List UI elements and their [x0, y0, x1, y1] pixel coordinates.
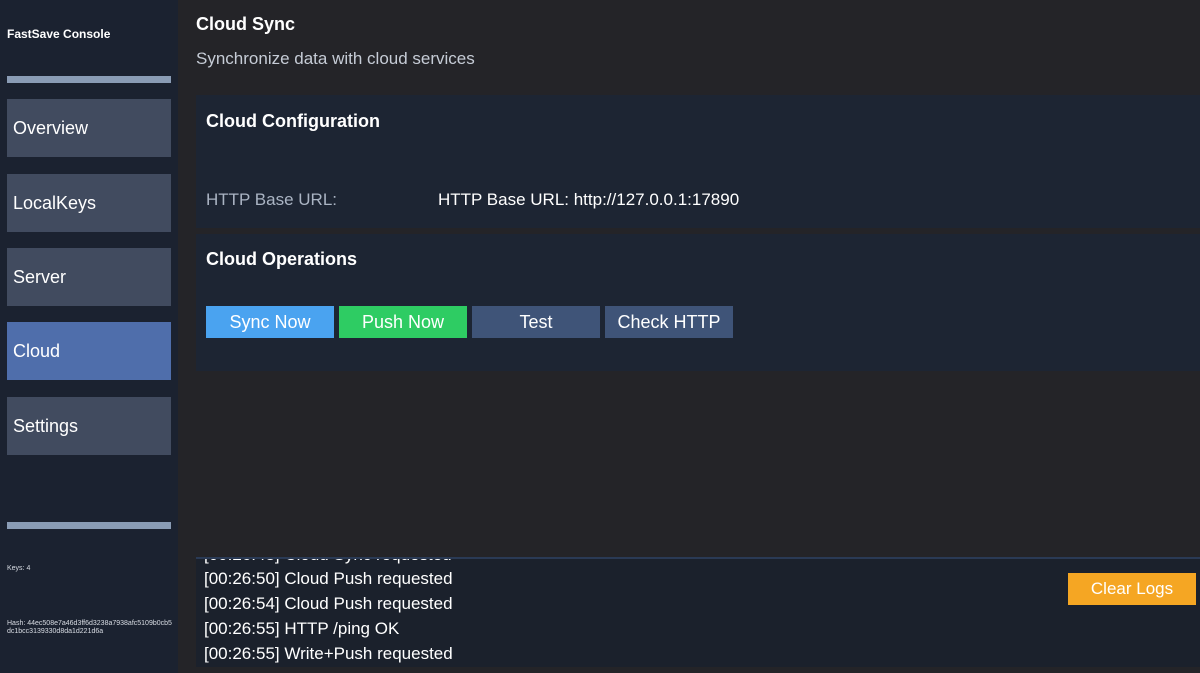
- sidebar-item-localkeys[interactable]: LocalKeys: [7, 174, 171, 232]
- sync-now-button[interactable]: Sync Now: [206, 306, 334, 338]
- log-line: [00:26:48] Cloud Sync requested: [204, 559, 452, 565]
- log-output[interactable]: [00:26:48] Cloud Sync requested [00:26:5…: [196, 557, 1200, 667]
- sidebar-item-cloud[interactable]: Cloud: [7, 322, 171, 380]
- sidebar-divider-top: [7, 76, 171, 83]
- clear-logs-button[interactable]: Clear Logs: [1068, 573, 1196, 605]
- log-line: [00:26:54] Cloud Push requested: [204, 594, 453, 613]
- cloud-operations-panel: Cloud Operations Sync Now Push Now Test …: [196, 234, 1200, 371]
- app-window: FastSave Console Overview LocalKeys Serv…: [0, 0, 1200, 673]
- log-line: [00:26:55] HTTP /ping OK: [204, 619, 400, 638]
- sidebar: FastSave Console Overview LocalKeys Serv…: [0, 0, 178, 673]
- sidebar-item-settings[interactable]: Settings: [7, 397, 171, 455]
- page-title: Cloud Sync: [196, 14, 296, 34]
- sidebar-item-server[interactable]: Server: [7, 248, 171, 306]
- http-base-url-label: HTTP Base URL:: [206, 190, 338, 209]
- http-base-url-value: HTTP Base URL: http://127.0.0.1:17890: [438, 190, 740, 209]
- app-title: FastSave Console: [7, 27, 111, 41]
- test-button[interactable]: Test: [472, 306, 600, 338]
- main-content: Cloud Sync Synchronize data with cloud s…: [178, 0, 1200, 673]
- push-now-button[interactable]: Push Now: [339, 306, 467, 338]
- sidebar-item-overview[interactable]: Overview: [7, 99, 171, 157]
- cloud-configuration-panel: Cloud Configuration HTTP Base URL: HTTP …: [196, 95, 1200, 228]
- check-http-button[interactable]: Check HTTP: [605, 306, 733, 338]
- keys-count: Keys: 4: [7, 565, 31, 572]
- hash-text: Hash: 44ec508e7a46d3ff6d3238a7938afc5109…: [7, 620, 172, 635]
- log-line: [00:26:50] Cloud Push requested: [204, 569, 453, 588]
- panel-title: Cloud Configuration: [206, 111, 380, 131]
- panel-title: Cloud Operations: [206, 249, 358, 269]
- sidebar-divider-bottom: [7, 522, 171, 529]
- page-subtitle: Synchronize data with cloud services: [196, 49, 475, 68]
- log-line: [00:26:55] Write+Push requested: [204, 644, 453, 663]
